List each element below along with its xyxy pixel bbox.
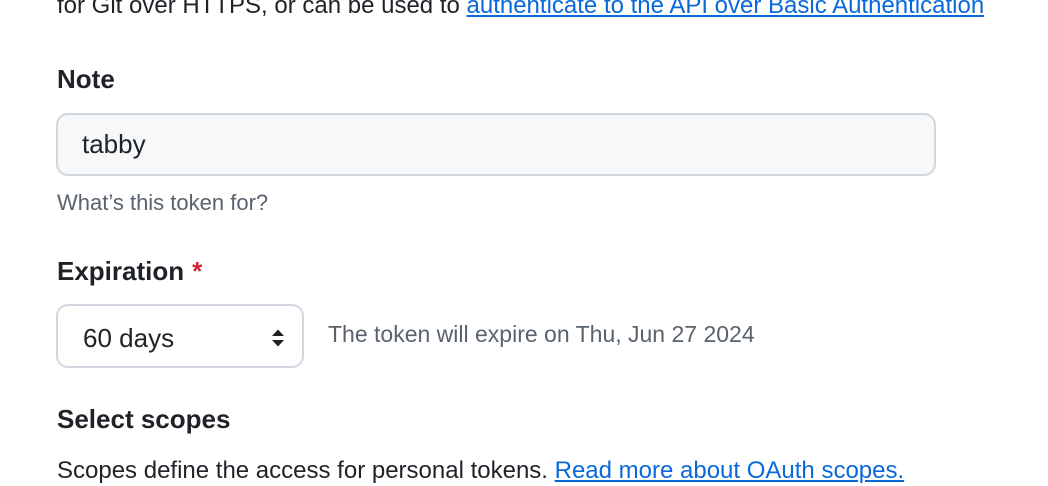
token-description-text: for Git over HTTPS, or can be used to au…: [57, 0, 984, 21]
expiration-date-note: The token will expire on Thu, Jun 27 202…: [328, 321, 755, 347]
note-label: Note: [57, 64, 115, 94]
note-hint: What’s this token for?: [57, 190, 269, 215]
basic-auth-link[interactable]: authenticate to the API over Basic Authe…: [467, 0, 985, 19]
expiration-selected-value: 60 days: [83, 323, 175, 353]
scopes-description: Scopes define the access for personal to…: [57, 456, 904, 486]
required-marker: *: [192, 256, 203, 286]
scopes-description-text: Scopes define the access for personal to…: [57, 457, 555, 484]
note-input[interactable]: [56, 113, 936, 176]
select-scopes-heading: Select scopes: [57, 404, 231, 434]
chevron-up-down-icon: [272, 329, 284, 347]
expiration-label-group: Expiration *: [57, 255, 202, 287]
token-description-prefix: for Git over HTTPS, or can be used to: [57, 0, 467, 19]
expiration-label: Expiration: [57, 256, 185, 286]
expiration-select[interactable]: 60 days: [56, 304, 304, 368]
oauth-scopes-link[interactable]: Read more about OAuth scopes.: [555, 457, 905, 484]
